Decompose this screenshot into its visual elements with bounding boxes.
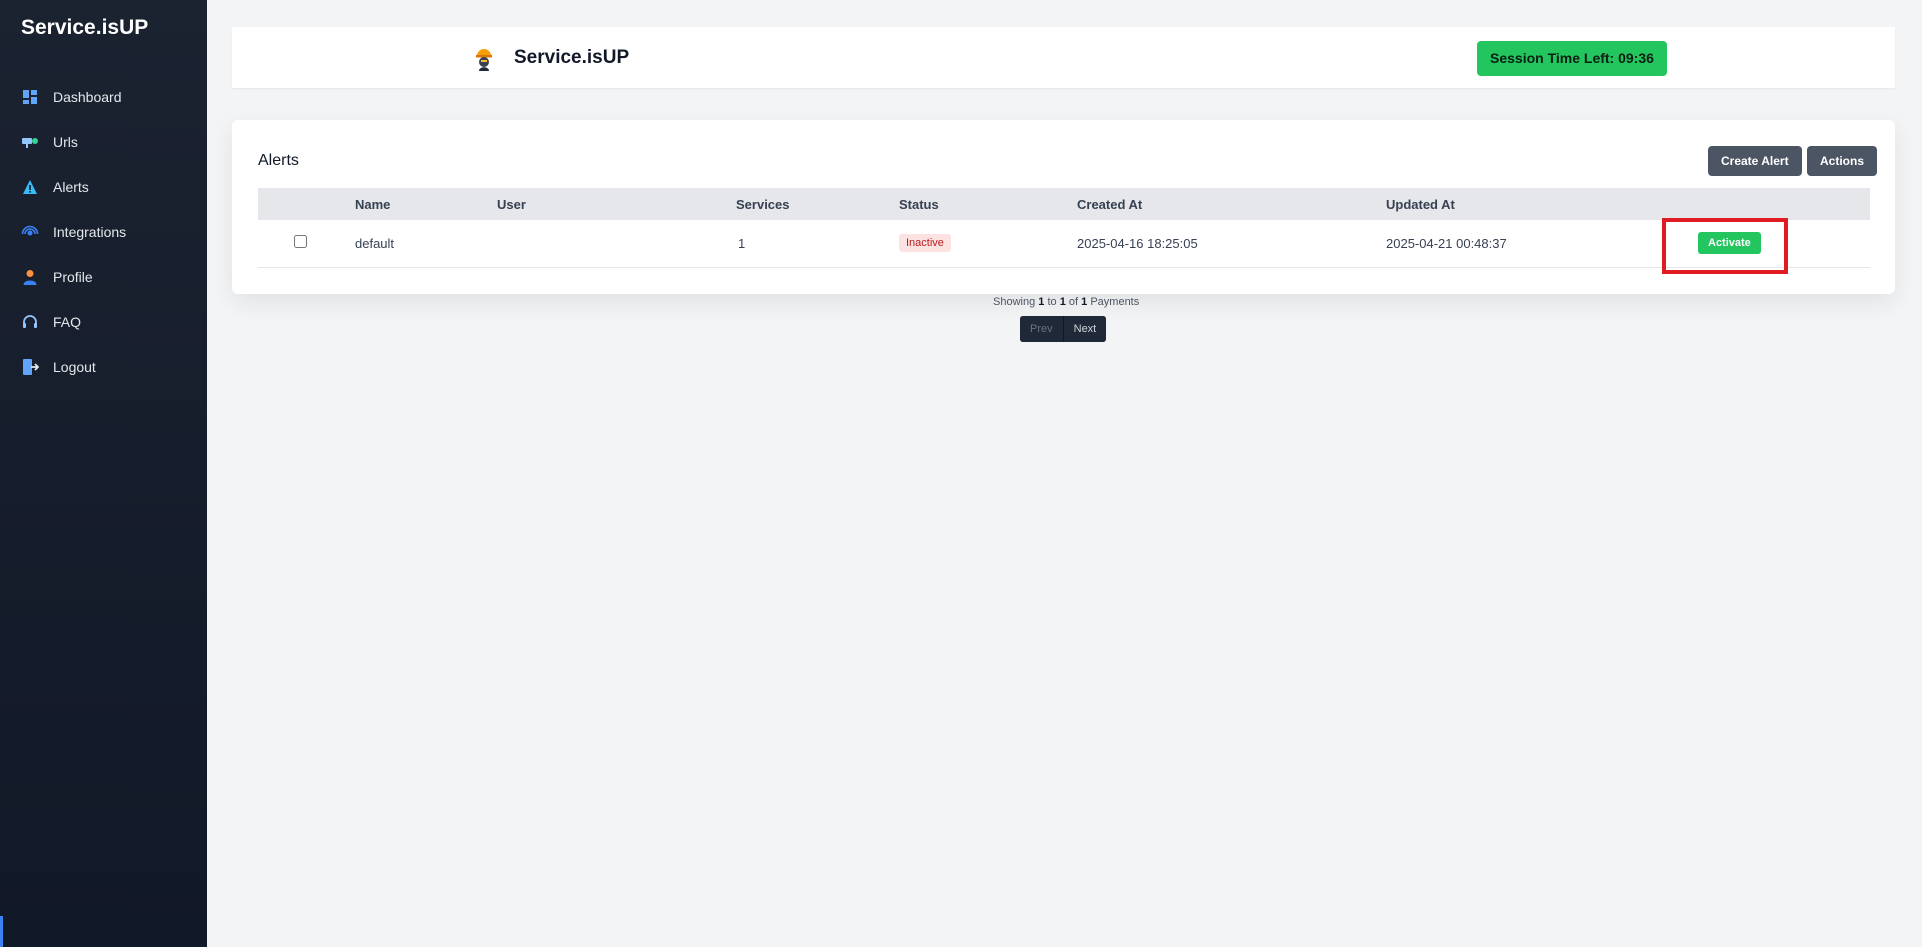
session-timer-badge: Session Time Left: 09:36 <box>1477 41 1667 76</box>
cell-name: default <box>355 235 395 251</box>
integrations-icon <box>21 223 39 241</box>
sidebar-item-dashboard[interactable]: Dashboard <box>0 74 207 119</box>
create-alert-button[interactable]: Create Alert <box>1708 146 1802 176</box>
sidebar-nav: Dashboard Urls Alerts Integrations Profi… <box>0 74 207 389</box>
alerts-table: Name User Services Status Created At Upd… <box>258 188 1870 268</box>
header-status: Status <box>899 196 939 212</box>
sidebar-item-profile[interactable]: Profile <box>0 254 207 299</box>
sidebar-item-faq[interactable]: FAQ <box>0 299 207 344</box>
sidebar-item-integrations[interactable]: Integrations <box>0 209 207 254</box>
actions-button[interactable]: Actions <box>1807 146 1878 176</box>
header-updated-at: Updated At <box>1386 196 1455 212</box>
header-name: Name <box>355 196 391 212</box>
header-services: Services <box>736 196 790 212</box>
sidebar-item-label: Urls <box>53 133 78 150</box>
page-title: Service.isUP <box>514 47 630 68</box>
sidebar-item-label: FAQ <box>53 313 82 330</box>
dashboard-icon <box>21 88 39 106</box>
alerts-card: Alerts Create Alert Actions Name User Se… <box>232 120 1895 294</box>
sidebar: Service.isUP Dashboard Urls Alerts Integ… <box>0 0 207 947</box>
sidebar-item-logout[interactable]: Logout <box>0 344 207 389</box>
alert-icon <box>21 178 39 196</box>
topbar: Service.isUP Session Time Left: 09:36 <box>232 27 1895 88</box>
sidebar-item-label: Integrations <box>53 223 127 240</box>
logo-icon <box>473 47 495 71</box>
cell-services: 1 <box>738 235 746 251</box>
pagination-total: 1 <box>1081 296 1088 308</box>
logout-icon <box>21 358 39 376</box>
header-select <box>258 188 355 220</box>
urls-icon <box>21 133 39 151</box>
headset-icon <box>21 313 39 331</box>
status-badge: Inactive <box>899 234 951 253</box>
alerts-title: Alerts <box>258 152 299 169</box>
pagination-to-word: to <box>1047 296 1057 308</box>
pagination-from: 1 <box>1038 296 1045 308</box>
pagination-suffix: Payments <box>1090 296 1140 308</box>
table-row: default 1 Inactive 2025-04-16 18:25:05 2… <box>258 220 1870 267</box>
sidebar-brand: Service.isUP <box>21 16 149 39</box>
row-select-checkbox[interactable] <box>294 235 307 249</box>
pagination-of-word: of <box>1068 296 1079 308</box>
sidebar-scroll-indicator <box>0 916 3 947</box>
next-button[interactable]: Next <box>1063 316 1107 342</box>
header-created-at: Created At <box>1077 196 1143 212</box>
profile-icon <box>21 268 39 286</box>
highlight-annotation <box>1662 218 1788 274</box>
pagination-prefix: Showing <box>993 296 1036 308</box>
sidebar-item-label: Dashboard <box>53 88 122 105</box>
cell-status: Inactive <box>899 220 1077 267</box>
pagination-summary: Showing 1 to 1 of 1 Payments <box>993 296 1139 308</box>
cell-user <box>497 220 736 267</box>
header-user: User <box>497 196 526 212</box>
prev-button[interactable]: Prev <box>1020 316 1064 342</box>
header-action <box>1662 188 1870 220</box>
pagination-to: 1 <box>1059 296 1066 308</box>
cell-created-at: 2025-04-16 18:25:05 <box>1077 235 1198 251</box>
sidebar-item-label: Alerts <box>53 178 89 195</box>
cell-updated-at: 2025-04-21 00:48:37 <box>1386 235 1507 251</box>
pager: Prev Next <box>1020 316 1107 342</box>
sidebar-item-label: Profile <box>53 268 93 285</box>
table-header-row: Name User Services Status Created At Upd… <box>258 188 1870 220</box>
sidebar-item-label: Logout <box>53 358 96 375</box>
sidebar-item-alerts[interactable]: Alerts <box>0 164 207 209</box>
sidebar-item-urls[interactable]: Urls <box>0 119 207 164</box>
